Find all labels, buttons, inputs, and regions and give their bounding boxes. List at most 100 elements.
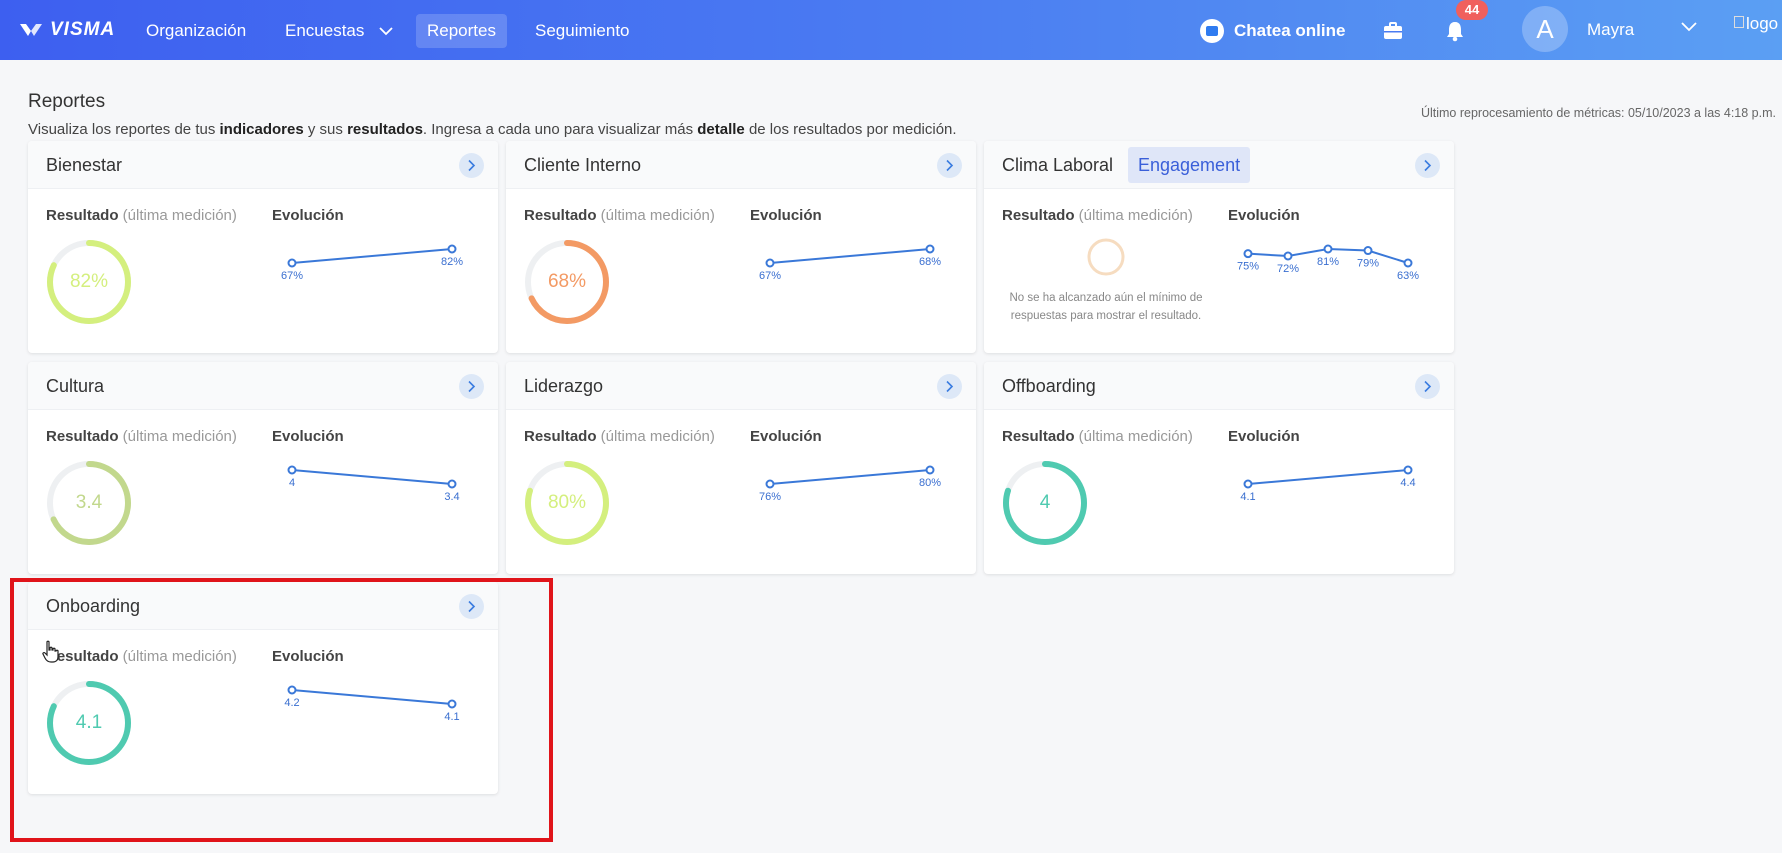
card-title: Clima Laboral bbox=[1002, 155, 1114, 175]
page-description: Visualiza los reportes de tus indicadore… bbox=[28, 121, 957, 138]
evolution-sparkline: 4.1 4.4 bbox=[1240, 465, 1416, 503]
open-report-button[interactable] bbox=[459, 153, 484, 178]
report-card-clima-laboral[interactable]: Clima Laboral Engagement Resultado (últim… bbox=[984, 141, 1454, 353]
sparkline-value-label: 79% bbox=[1357, 258, 1379, 270]
briefcase-button[interactable] bbox=[1378, 16, 1408, 46]
evolution-sparkline: 43.4 bbox=[287, 465, 460, 503]
sparkline-value-label: 4 bbox=[289, 477, 295, 489]
notifications-button[interactable] bbox=[1440, 16, 1470, 46]
desc-text: de los resultados por medición. bbox=[744, 121, 957, 138]
result-value: 3.4 bbox=[75, 492, 103, 513]
card-header: Cultura bbox=[28, 362, 498, 410]
result-label-text: Resultado bbox=[46, 207, 119, 224]
desc-bold: detalle bbox=[697, 121, 745, 138]
evolution-label: Evolución bbox=[272, 428, 344, 445]
avatar[interactable]: A bbox=[1522, 6, 1568, 52]
card-header: Clima Laboral Engagement bbox=[984, 141, 1454, 189]
nav-item-label: Seguimiento bbox=[535, 21, 630, 40]
evolution-label: Evolución bbox=[1228, 428, 1300, 445]
sparkline-point[interactable] bbox=[765, 479, 775, 489]
open-report-button[interactable] bbox=[1415, 153, 1440, 178]
chevron-right-icon bbox=[1424, 380, 1432, 393]
visma-logo[interactable]: VISMA bbox=[18, 17, 115, 43]
report-card-cliente-interno[interactable]: Cliente Interno Resultado (última medici… bbox=[506, 141, 976, 353]
visma-mark-icon bbox=[20, 24, 42, 36]
sparkline-value-label: 76% bbox=[759, 491, 781, 503]
sparkline-point[interactable] bbox=[1403, 465, 1413, 475]
result-label: Resultado (última medición) bbox=[1002, 428, 1193, 445]
nav-item-reportes[interactable]: Reportes bbox=[416, 14, 507, 48]
sparkline-value-label: 80% bbox=[919, 477, 941, 489]
nav-item-label: Organización bbox=[146, 21, 247, 40]
chevron-right-icon bbox=[946, 159, 954, 172]
sparkline-point[interactable] bbox=[1243, 249, 1253, 259]
sparkline-point[interactable] bbox=[1283, 251, 1293, 261]
sparkline-line bbox=[769, 469, 931, 485]
result-label-text: Resultado bbox=[46, 428, 119, 445]
result-label-sub: (última medición) bbox=[1074, 207, 1193, 224]
report-card-bienestar[interactable]: Bienestar Resultado (última medición) Evo… bbox=[28, 141, 498, 353]
evolution-sparkline: 75% 72% 81% 79% 63% bbox=[1237, 244, 1419, 282]
evolution-label: Evolución bbox=[750, 207, 822, 224]
report-card-liderazgo[interactable]: Liderazgo Resultado (última medición) Evo… bbox=[506, 362, 976, 574]
page-title: Reportes bbox=[28, 91, 106, 112]
sparkline-line bbox=[1247, 469, 1409, 485]
sparkline-point[interactable] bbox=[287, 258, 297, 268]
evolution-sparkline: 76% 80% bbox=[759, 465, 941, 503]
logo-alt-text: logo bbox=[1746, 14, 1779, 33]
sparkline-point[interactable] bbox=[447, 244, 457, 254]
user-name[interactable]: Mayra bbox=[1587, 20, 1634, 40]
desc-text: Visualiza los reportes de tus bbox=[28, 121, 220, 138]
desc-bold: resultados bbox=[347, 121, 423, 138]
result-label-text: Resultado bbox=[1002, 207, 1075, 224]
last-reprocess-timestamp: Último reprocesamiento de métricas: 05/1… bbox=[1420, 106, 1776, 120]
nav-item-label: Encuestas bbox=[285, 21, 365, 40]
card-header: Liderazgo bbox=[506, 362, 976, 410]
open-report-button[interactable] bbox=[1415, 374, 1440, 399]
chat-online-button[interactable]: Chatea online bbox=[1200, 14, 1345, 48]
brand-name: VISMA bbox=[50, 19, 116, 40]
report-card-cultura[interactable]: Cultura Resultado (última medición) Evolu… bbox=[28, 362, 498, 574]
briefcase-icon bbox=[1384, 22, 1402, 39]
sparkline-point[interactable] bbox=[925, 465, 935, 475]
evolution-sparkline: 67% 82% bbox=[281, 244, 463, 282]
sparkline-point[interactable] bbox=[765, 258, 775, 268]
nav-item-label: Reportes bbox=[427, 21, 496, 40]
sparkline-point[interactable] bbox=[447, 479, 457, 489]
sparkline-value-label: 3.4 bbox=[444, 491, 459, 503]
card-title: Cliente Interno bbox=[524, 155, 642, 175]
nav-item-encuestas[interactable]: Encuestas bbox=[274, 14, 404, 48]
report-card-offboarding[interactable]: Offboarding Resultado (última medición) E… bbox=[984, 362, 1454, 574]
sparkline-point[interactable] bbox=[1363, 246, 1373, 256]
sparkline-value-label: 81% bbox=[1317, 256, 1339, 268]
chevron-down-icon[interactable] bbox=[1681, 22, 1697, 32]
card-header: Bienestar bbox=[28, 141, 498, 189]
nav-item-seguimiento[interactable]: Seguimiento bbox=[524, 14, 641, 48]
empty-result-ring bbox=[1087, 238, 1125, 276]
result-label-text: Resultado bbox=[524, 428, 597, 445]
result-label-sub: (última medición) bbox=[596, 207, 715, 224]
sparkline-value-label: 4.4 bbox=[1400, 477, 1415, 489]
open-report-button[interactable] bbox=[937, 153, 962, 178]
sparkline-line bbox=[291, 469, 453, 485]
hand-cursor-icon bbox=[42, 640, 59, 663]
sparkline-value-label: 67% bbox=[281, 270, 303, 282]
open-report-button[interactable] bbox=[459, 374, 484, 399]
evolution-label: Evolución bbox=[1228, 207, 1300, 224]
sparkline-point[interactable] bbox=[1323, 244, 1333, 254]
desc-bold: indicadores bbox=[219, 121, 304, 138]
no-data-message: No se ha alcanzado aún el mínimo de resp… bbox=[1009, 292, 1203, 322]
open-report-button[interactable] bbox=[937, 374, 962, 399]
top-navigation-bar: VISMA Organización Encuestas Reportes Se… bbox=[0, 0, 1782, 60]
result-label-text: Resultado bbox=[1002, 428, 1075, 445]
desc-text: y sus bbox=[303, 121, 348, 138]
bell-icon bbox=[1447, 22, 1463, 42]
result-label: Resultado (última medición) bbox=[46, 207, 237, 224]
sparkline-point[interactable] bbox=[1403, 258, 1413, 268]
sparkline-point[interactable] bbox=[287, 465, 297, 475]
sparkline-point[interactable] bbox=[1243, 479, 1253, 489]
engagement-tag[interactable]: Engagement bbox=[1128, 147, 1251, 183]
sparkline-point[interactable] bbox=[925, 244, 935, 254]
nav-item-organizacion[interactable]: Organización bbox=[135, 14, 257, 48]
sparkline-line bbox=[291, 248, 453, 264]
